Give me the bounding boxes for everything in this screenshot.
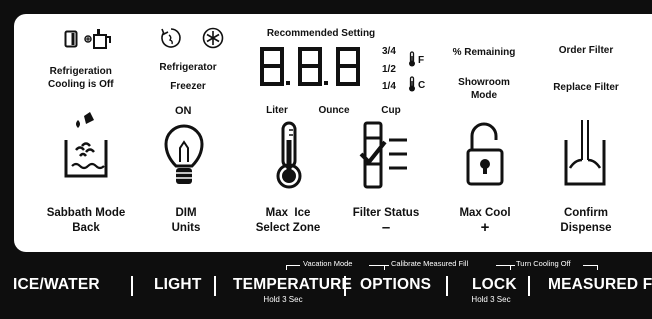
- measured-fill-button[interactable]: MEASURED FILL: [548, 276, 652, 294]
- units-label: Units: [171, 222, 201, 234]
- unit-c-label: C: [418, 80, 426, 91]
- vacation-bracket-line-left: [286, 265, 300, 266]
- max-ice-thermometer-icon: [276, 121, 302, 189]
- separator: [446, 276, 448, 296]
- unit-f-label: F: [418, 55, 425, 66]
- calibrate-label: Calibrate Measured Fill: [391, 259, 469, 268]
- filter-status-icon: [359, 121, 407, 189]
- separator: [131, 276, 133, 296]
- confirm-label: Confirm: [563, 207, 609, 219]
- dim-on-label: ON: [175, 105, 192, 117]
- max-cool-button[interactable]: Max Cool +: [459, 206, 510, 235]
- cooling-off-label: Refrigeration Cooling is Off: [48, 66, 114, 90]
- recommended-setting-label: Recommended Setting: [266, 28, 376, 39]
- dim-button[interactable]: DIM Units: [172, 206, 201, 236]
- vacation-mode-label: Vacation Mode: [303, 259, 353, 268]
- padlock-icon: [466, 122, 504, 186]
- confirm-dispense-button[interactable]: Confirm Dispense: [560, 206, 611, 236]
- vacation-bracket-line-right: [369, 265, 384, 266]
- turn-cooling-bracket-right: [597, 265, 598, 270]
- separator: [214, 276, 216, 296]
- sabbath-mode-label: Sabbath Mode: [46, 207, 126, 219]
- thermometer-c-icon: [409, 76, 415, 92]
- calibrate-bracket-line-left: [384, 265, 389, 266]
- refrigerator-label: Refrigerator: [159, 62, 217, 73]
- door-icon: [64, 30, 78, 48]
- freezer-snowflake-icon: [202, 27, 224, 49]
- replace-filter-label: Replace Filter: [553, 82, 619, 93]
- ice-water-button[interactable]: ICE/WATER: [13, 276, 100, 294]
- sabbath-mode-button[interactable]: Sabbath Mode Back: [47, 206, 126, 236]
- digit-display: [260, 47, 360, 86]
- filter-status-button[interactable]: Filter Status –: [353, 206, 419, 235]
- temperature-hold-label: Hold 3 Sec: [263, 295, 303, 304]
- back-label: Back: [72, 222, 100, 234]
- turn-cooling-bracket-line-left: [510, 265, 515, 266]
- confirm-dispense-icon: [564, 120, 606, 186]
- ice-dispenser-icon: [84, 29, 111, 49]
- fraction-1-2: 1/2: [382, 64, 396, 75]
- order-filter-label: Order Filter: [558, 45, 614, 56]
- lock-hold-label: Hold 3 Sec: [471, 295, 511, 304]
- plus-label: +: [480, 219, 490, 236]
- calibrate-bracket-line-right: [496, 265, 510, 266]
- showroom-mode-label: Showroom Mode: [458, 77, 510, 101]
- separator: [344, 276, 346, 296]
- select-zone-label: Select Zone: [255, 222, 321, 234]
- percent-remaining-label: % Remaining: [452, 47, 516, 58]
- fraction-1-4: 1/4: [382, 81, 396, 92]
- ounce-label: Ounce: [318, 105, 350, 116]
- lightbulb-icon: [164, 124, 204, 184]
- turn-cooling-bracket-line-right: [583, 265, 597, 266]
- sabbath-candle-icon: [64, 112, 108, 178]
- fraction-3-4: 3/4: [382, 46, 396, 57]
- refrigerator-snowflake-icon: [161, 28, 181, 48]
- lock-button[interactable]: LOCK: [472, 276, 517, 294]
- minus-label: –: [381, 219, 391, 236]
- separator: [528, 276, 530, 296]
- freezer-label: Freezer: [170, 81, 206, 92]
- options-button[interactable]: OPTIONS: [360, 276, 431, 294]
- liter-label: Liter: [266, 105, 288, 116]
- cup-label: Cup: [381, 105, 401, 116]
- thermometer-f-icon: [409, 51, 415, 67]
- dispense-label: Dispense: [560, 222, 612, 234]
- max-ice-button[interactable]: Max Ice Select Zone: [256, 206, 321, 236]
- light-button[interactable]: LIGHT: [154, 276, 202, 294]
- control-panel: Refrigeration Cooling is Off Refrigerato…: [14, 14, 652, 252]
- dim-label: DIM: [175, 207, 197, 219]
- turn-cooling-off-label: Turn Cooling Off: [516, 259, 571, 268]
- temperature-button[interactable]: TEMPERATURE: [233, 276, 352, 294]
- max-ice-label: Max Ice: [265, 207, 311, 219]
